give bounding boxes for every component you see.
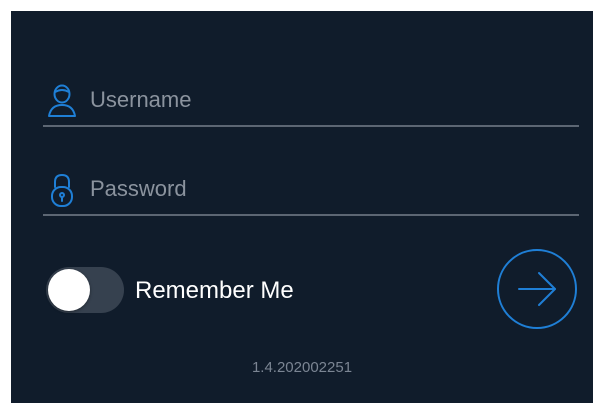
lock-icon	[47, 172, 77, 208]
username-input[interactable]	[90, 85, 560, 115]
version-label: 1.4.202002251	[251, 359, 353, 376]
password-field[interactable]	[43, 162, 579, 216]
login-panel: Remember Me 1.4.202002251	[11, 11, 593, 403]
password-input[interactable]	[90, 174, 560, 204]
remember-me-label: Remember Me	[135, 277, 294, 304]
arrow-right-icon	[518, 272, 556, 306]
user-icon	[47, 83, 77, 119]
toggle-knob[interactable]	[48, 269, 90, 311]
remember-me-toggle[interactable]	[46, 267, 124, 313]
login-submit-button[interactable]	[497, 249, 577, 329]
username-field[interactable]	[43, 73, 579, 127]
